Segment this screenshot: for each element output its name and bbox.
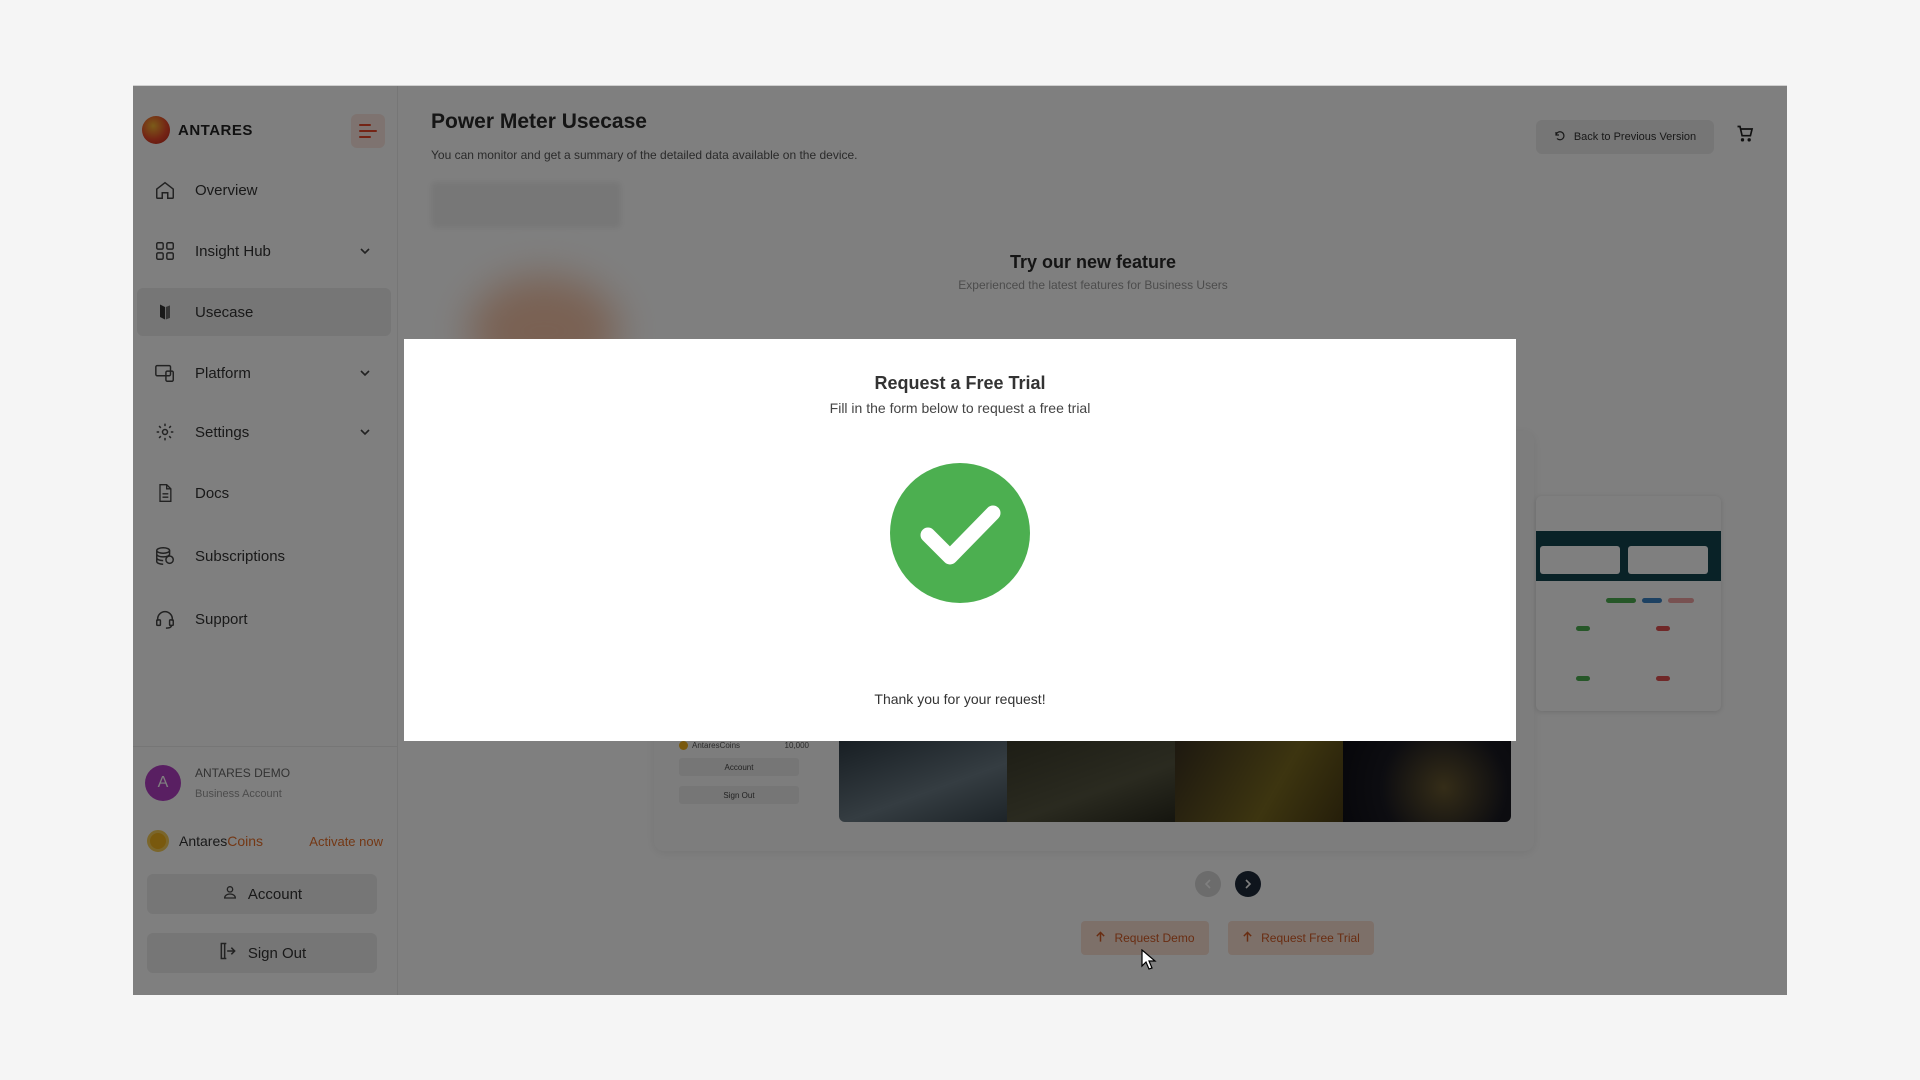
modal-subtitle: Fill in the form below to request a free…: [829, 400, 1091, 416]
modal-message: Thank you for your request!: [874, 691, 1046, 707]
app-window: ANTARES Overview Insight Hub: [133, 85, 1787, 995]
success-check-icon: [890, 463, 1030, 603]
modal-title: Request a Free Trial: [874, 373, 1046, 393]
mouse-cursor-icon: [1141, 948, 1157, 976]
request-free-trial-modal: Request a Free Trial Fill in the form be…: [404, 339, 1516, 741]
